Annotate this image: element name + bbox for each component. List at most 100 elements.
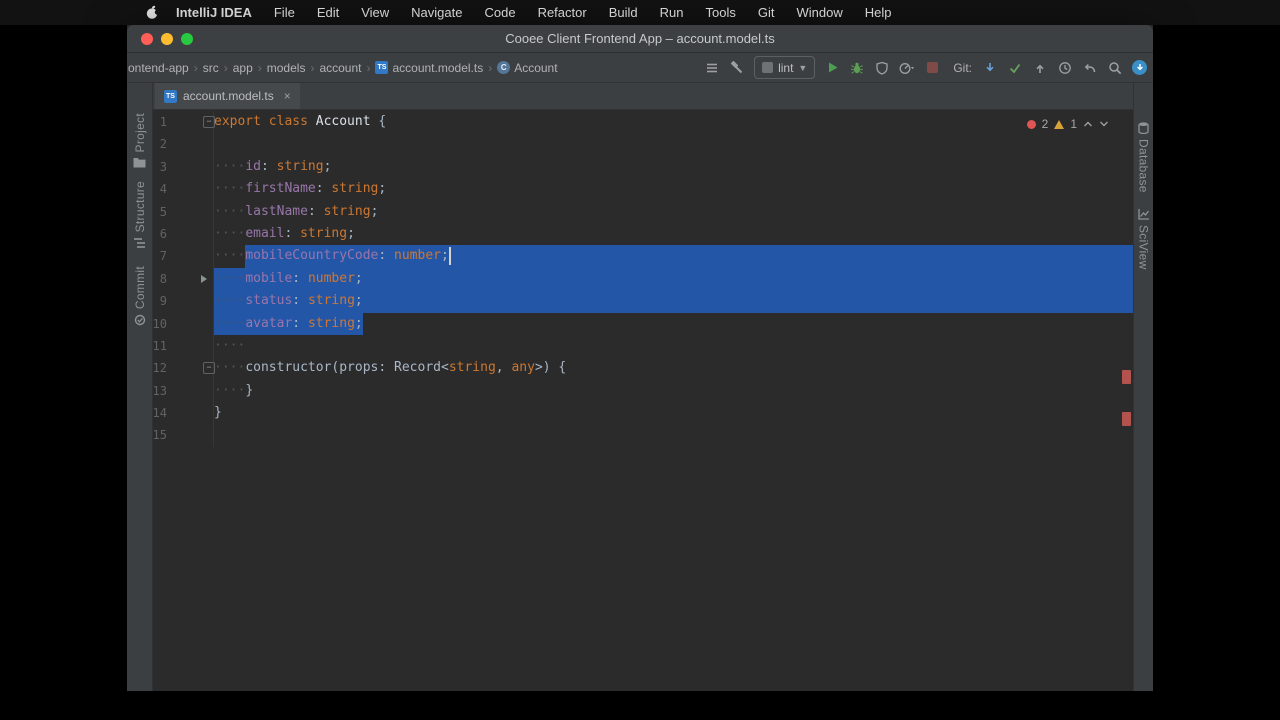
git-commit-button[interactable] xyxy=(1007,60,1023,76)
line-number: 15 xyxy=(153,428,167,443)
menu-item-refactor[interactable]: Refactor xyxy=(527,5,598,20)
run-config-label: lint xyxy=(778,60,794,75)
toolbar-actions: lint ▼ Git: xyxy=(704,56,1147,79)
menu-item-run[interactable]: Run xyxy=(649,5,695,20)
inspections-widget[interactable]: 2 1 xyxy=(1026,117,1109,131)
debug-button[interactable] xyxy=(849,60,865,76)
code-line[interactable]: 8 ····mobile: number; xyxy=(153,267,1133,291)
code-text[interactable]: } xyxy=(214,402,1133,424)
coverage-button[interactable] xyxy=(874,60,890,76)
gutter-arrow-icon xyxy=(201,274,207,283)
code-token: any xyxy=(511,360,535,376)
code-text[interactable]: ····constructor(props: Record<string, an… xyxy=(214,357,1133,379)
error-stripe[interactable] xyxy=(1120,110,1133,691)
code-line[interactable]: 2 xyxy=(153,133,1133,156)
error-stripe-mark[interactable] xyxy=(1122,412,1131,426)
menu-item-intellij-idea[interactable]: IntelliJ IDEA xyxy=(165,5,263,20)
code-line[interactable]: 12− ····constructor(props: Record<string,… xyxy=(153,357,1133,380)
menu-item-git[interactable]: Git xyxy=(747,5,786,20)
build-hammer-icon[interactable] xyxy=(729,60,745,76)
menu-item-file[interactable]: File xyxy=(263,5,306,20)
tool-button-project[interactable]: Project xyxy=(127,113,152,168)
breadcrumb-item-app[interactable]: app xyxy=(233,61,253,75)
code-line[interactable]: 1− export class Account { xyxy=(153,111,1133,134)
code-line[interactable]: 7 ····mobileCountryCode: number; xyxy=(153,245,1133,268)
structure-icon xyxy=(133,238,145,249)
breadcrumb-item-account[interactable]: C Account xyxy=(497,61,558,75)
code-token: : xyxy=(292,270,308,286)
tool-button-structure[interactable]: Structure xyxy=(127,181,152,249)
code-text[interactable]: ···· xyxy=(214,335,1133,357)
menu-item-window[interactable]: Window xyxy=(785,5,853,20)
breadcrumb-item-models[interactable]: models xyxy=(267,61,306,75)
code-text[interactable]: ····mobile: number; xyxy=(214,267,1133,291)
code-line[interactable]: 6 ····email: string; xyxy=(153,222,1133,246)
code-line[interactable]: 13 ····} xyxy=(153,379,1133,403)
previous-problem-button[interactable] xyxy=(1083,120,1093,128)
line-text: ····avatar: string; xyxy=(214,316,363,331)
error-stripe-mark[interactable] xyxy=(1122,370,1131,384)
line-number: 6 xyxy=(159,226,167,241)
git-update-project-button[interactable] xyxy=(982,60,998,76)
code-text[interactable]: ····lastName: string; xyxy=(214,201,1133,223)
code-line[interactable]: 15 xyxy=(153,424,1133,447)
menu-item-help[interactable]: Help xyxy=(854,5,903,20)
code-text[interactable]: ····firstName: string; xyxy=(214,178,1133,200)
structure-list-icon[interactable] xyxy=(704,60,720,76)
code-editor[interactable]: 1− export class Account {2 3 ····id: string… xyxy=(153,110,1133,691)
window-title-bar[interactable]: Cooee Client Frontend App – account.mode… xyxy=(127,25,1153,53)
line-number: 3 xyxy=(159,159,167,174)
ide-updates-icon[interactable] xyxy=(1132,60,1147,75)
code-text[interactable]: ····mobileCountryCode: number; xyxy=(214,245,1133,268)
code-line[interactable]: 10 ····avatar: string; xyxy=(153,312,1133,335)
menu-item-navigate[interactable]: Navigate xyxy=(400,5,473,20)
tool-button-database[interactable]: Database xyxy=(1134,122,1153,193)
profiler-button[interactable] xyxy=(899,60,915,76)
breadcrumb-item-ontend-app[interactable]: ontend-app xyxy=(128,61,189,75)
code-token: string xyxy=(276,158,324,174)
editor-tab[interactable]: TS account.model.ts × xyxy=(155,83,300,109)
tool-button-sciview[interactable]: SciView xyxy=(1134,208,1153,270)
code-line[interactable]: 4 ····firstName: string; xyxy=(153,178,1133,201)
typescript-file-icon: TS xyxy=(375,61,389,74)
breadcrumb-item-account[interactable]: account xyxy=(319,61,361,75)
menu-item-code[interactable]: Code xyxy=(473,5,526,20)
run-configuration-select[interactable]: lint ▼ xyxy=(754,56,816,79)
menu-item-tools[interactable]: Tools xyxy=(694,5,746,20)
right-tool-stripe: Database SciView xyxy=(1133,83,1153,691)
next-problem-button[interactable] xyxy=(1099,120,1109,128)
menu-item-edit[interactable]: Edit xyxy=(306,5,350,20)
breadcrumb-item-account-model-ts[interactable]: TS account.model.ts xyxy=(375,61,483,75)
code-token: } xyxy=(214,405,222,421)
code-text[interactable]: ····email: string; xyxy=(214,223,1133,245)
history-button[interactable] xyxy=(1057,60,1073,76)
menu-item-build[interactable]: Build xyxy=(598,5,649,20)
code-line[interactable]: 11 ···· xyxy=(153,334,1133,358)
rollback-button[interactable] xyxy=(1082,60,1098,76)
code-text[interactable] xyxy=(214,133,1133,155)
code-line[interactable]: 5 ····lastName: string; xyxy=(153,200,1133,223)
menu-item-view[interactable]: View xyxy=(350,5,400,20)
tool-button-commit[interactable]: Commit xyxy=(127,266,152,326)
breadcrumb-item-src[interactable]: src xyxy=(203,61,219,75)
search-everywhere-icon[interactable] xyxy=(1107,60,1123,76)
code-text[interactable]: ····} xyxy=(214,380,1133,402)
stop-button[interactable] xyxy=(924,60,940,76)
code-token: : xyxy=(292,315,308,331)
code-token: status xyxy=(245,293,293,309)
line-number: 4 xyxy=(159,182,167,197)
code-text[interactable]: export class Account { xyxy=(214,111,1133,133)
code-line[interactable]: 14} xyxy=(153,402,1133,425)
git-push-button[interactable] xyxy=(1032,60,1048,76)
code-token: mobileCountryCode xyxy=(245,248,379,264)
apple-menu-icon[interactable] xyxy=(146,5,159,20)
code-line[interactable]: 3 ····id: string; xyxy=(153,155,1133,179)
code-text[interactable]: ····id: string; xyxy=(214,156,1133,178)
code-text[interactable]: ····avatar: string; xyxy=(214,312,1133,335)
run-button[interactable] xyxy=(824,60,840,76)
code-text[interactable]: ····status: string; xyxy=(214,290,1133,313)
code-token: } xyxy=(245,382,254,398)
code-line[interactable]: 9 ····status: string; xyxy=(153,290,1133,313)
code-text[interactable] xyxy=(214,424,1133,446)
tab-close-icon[interactable]: × xyxy=(284,89,291,103)
